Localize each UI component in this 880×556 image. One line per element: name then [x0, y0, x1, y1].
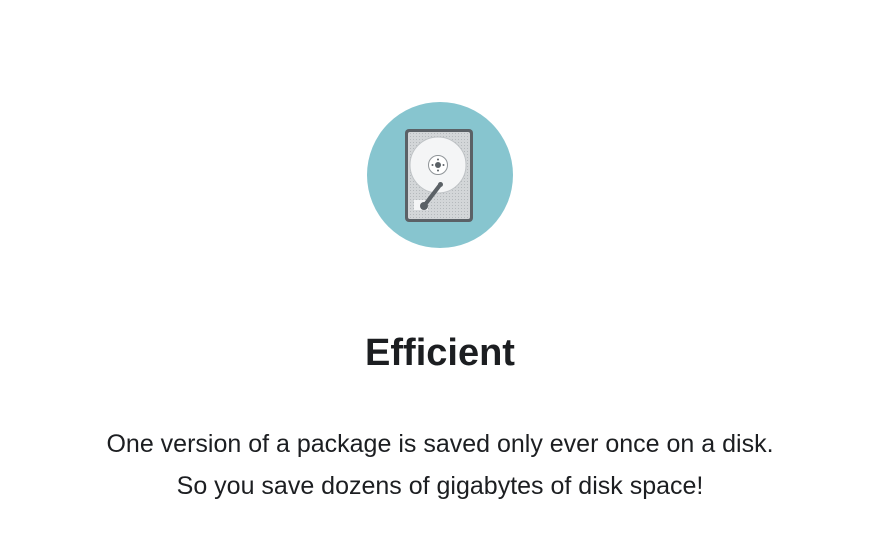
feature-description-line-1: One version of a package is saved only e…	[106, 430, 774, 458]
feature-description: One version of a package is saved only e…	[0, 423, 880, 507]
feature-title: Efficient	[365, 332, 515, 374]
hard-disk-icon	[367, 102, 513, 248]
feature-description-line-2: So you save dozens of gigabytes of disk …	[176, 472, 704, 500]
feature-card: Efficient One version of a package is sa…	[0, 0, 880, 556]
